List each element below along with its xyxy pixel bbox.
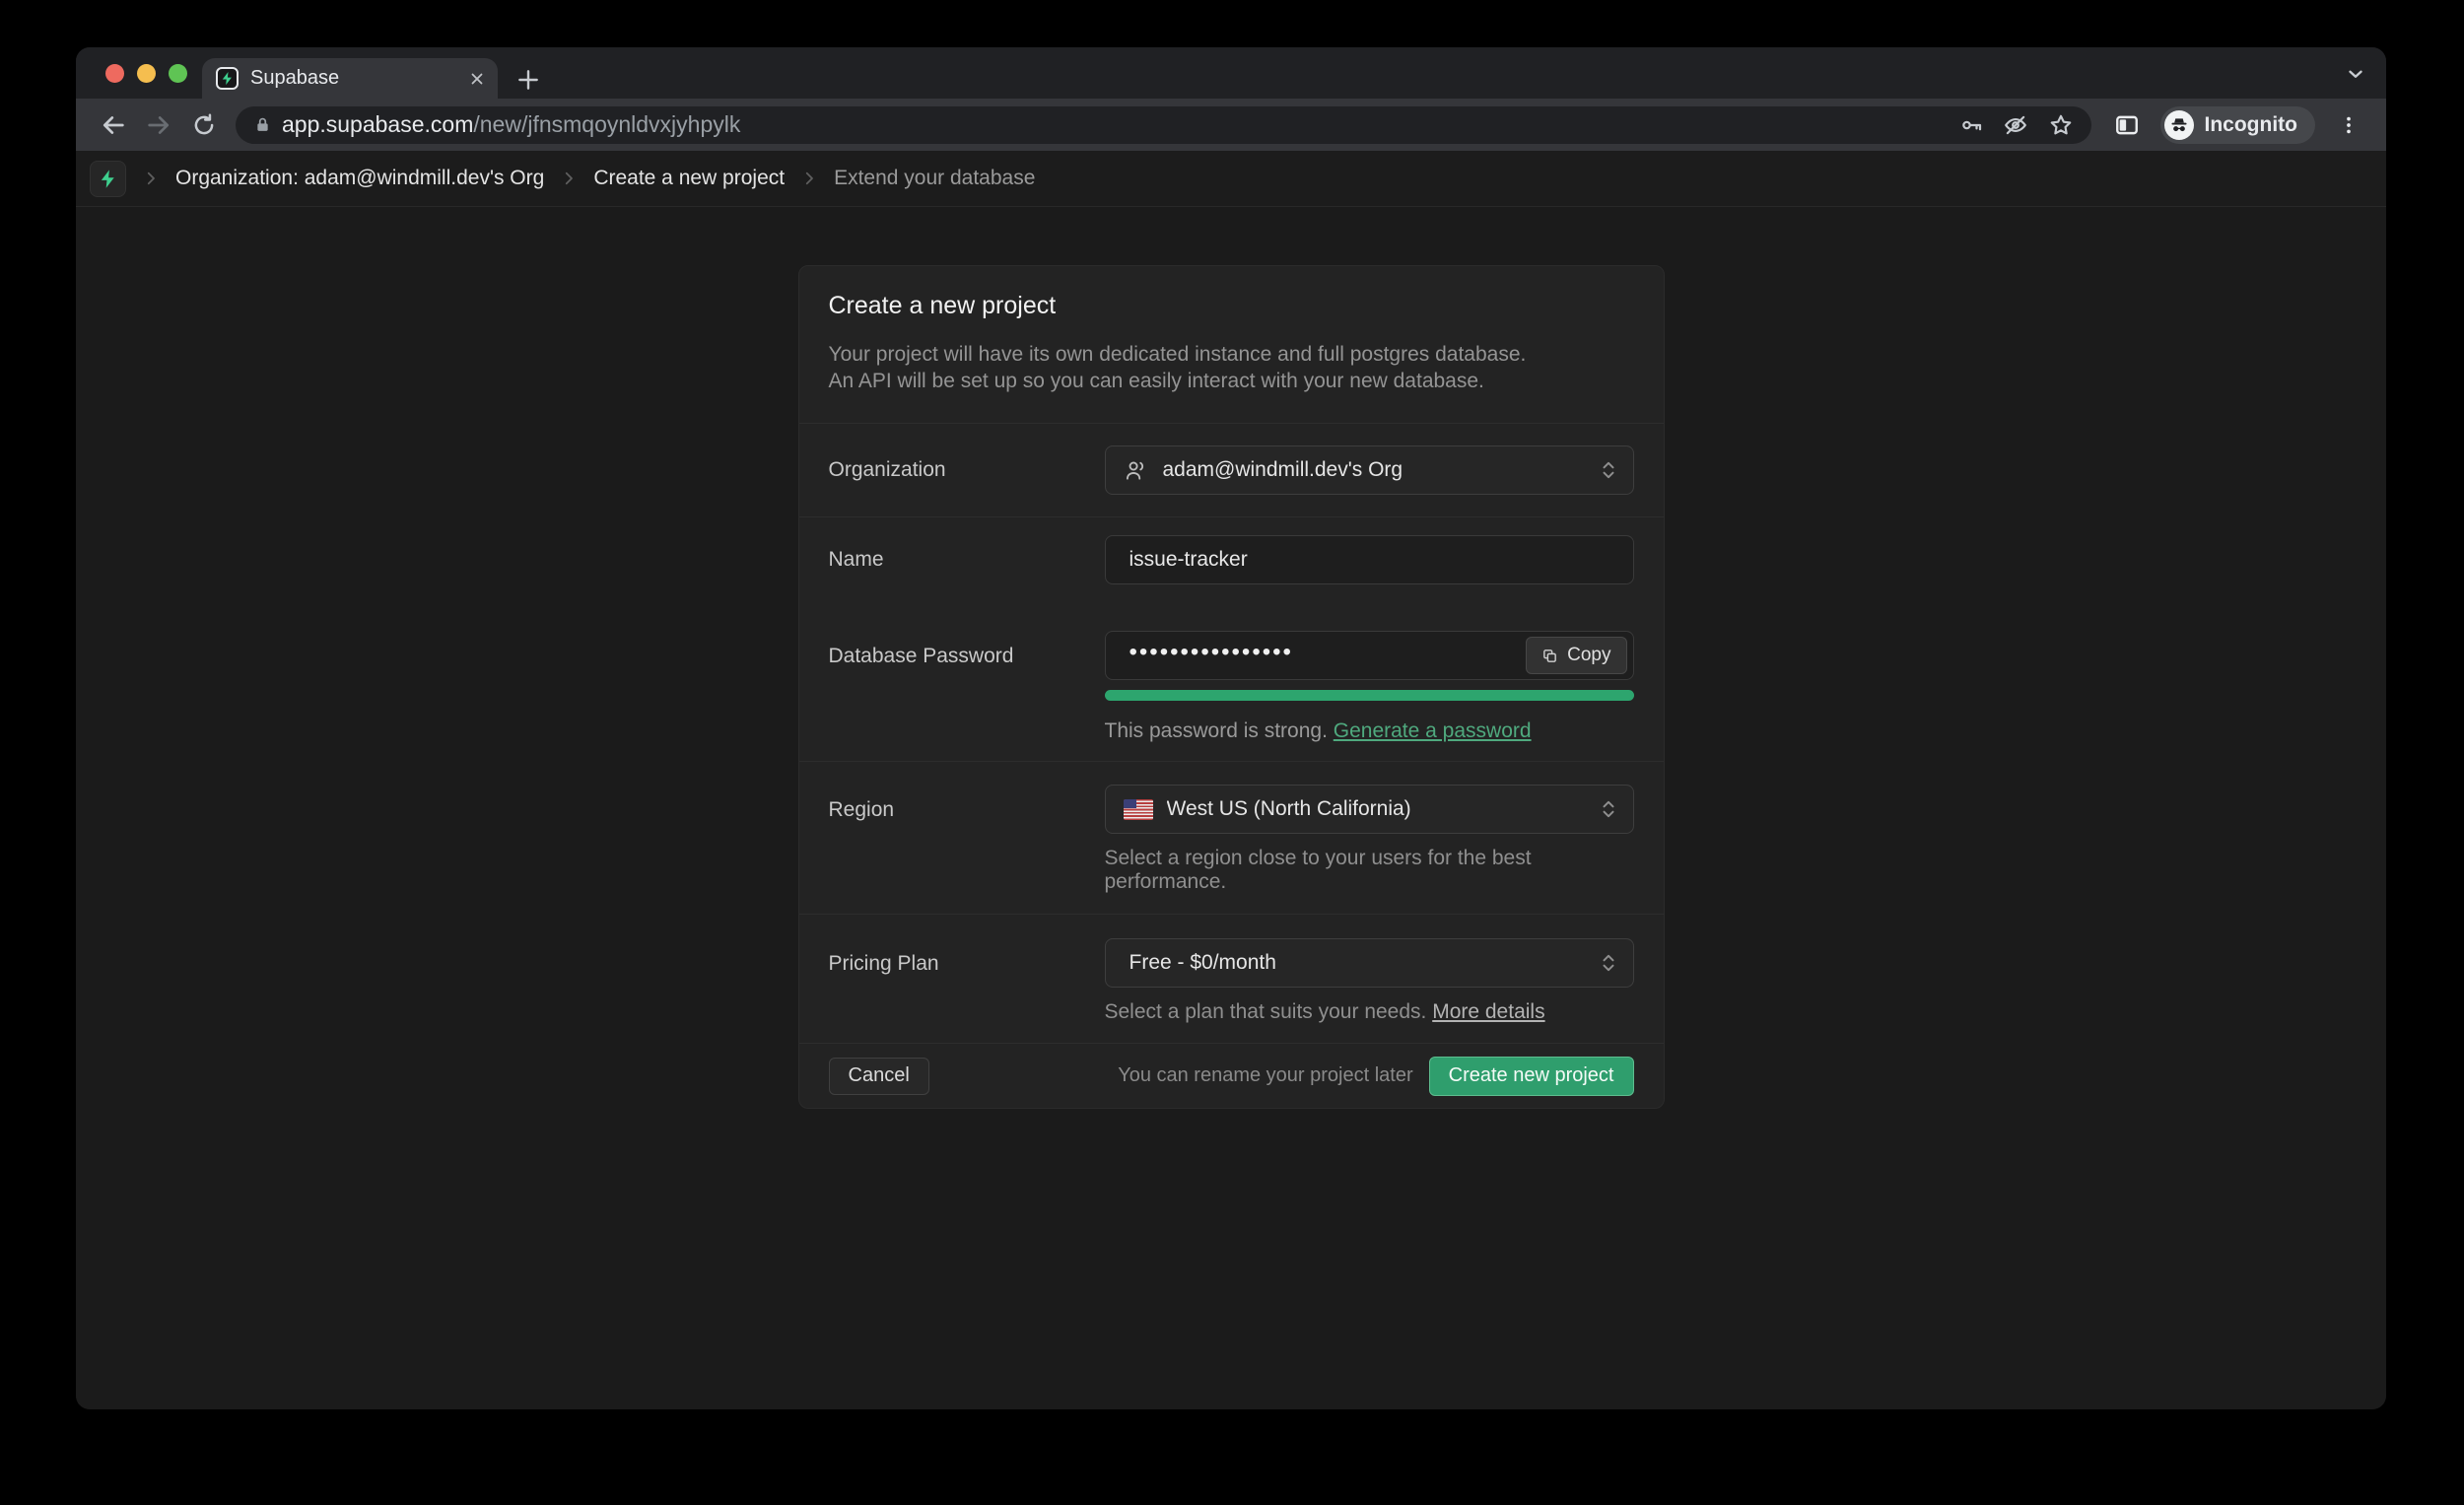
generate-password-link[interactable]: Generate a password: [1334, 719, 1532, 742]
breadcrumb-item-create-project[interactable]: Create a new project: [593, 167, 785, 190]
password-row: Database Password •••••••••••••••• Copy …: [829, 631, 1634, 743]
url-path: /new/jfnsmqoynldvxjyhpylk: [473, 111, 740, 137]
address-bar-icons: [1959, 112, 2074, 138]
name-row: Name issue-tracker: [829, 535, 1634, 584]
region-row: Region West US (North California) Select…: [799, 761, 1664, 914]
region-select[interactable]: West US (North California): [1105, 785, 1634, 834]
browser-tab[interactable]: Supabase: [202, 58, 498, 99]
more-details-link[interactable]: More details: [1432, 1000, 1544, 1023]
pricing-help-text: Select a plan that suits your needs. Mor…: [1105, 1000, 1634, 1024]
organization-value: adam@windmill.dev's Org: [1163, 458, 1590, 482]
tab-strip: Supabase: [76, 47, 2386, 99]
pricing-plan-select[interactable]: Free - $0/month: [1105, 938, 1634, 988]
select-chevrons-icon: [1600, 798, 1617, 820]
address-bar[interactable]: app.supabase.com/new/jfnsmqoynldvxjyhpyl…: [236, 106, 2091, 144]
name-label: Name: [829, 548, 1105, 572]
breadcrumb-chevron-icon: [142, 170, 160, 187]
breadcrumb-chevron-icon: [560, 170, 578, 187]
organization-row: Organization adam@windmill.dev's Org: [799, 423, 1664, 516]
supabase-favicon-icon: [216, 67, 239, 90]
breadcrumb-item-extend-database: Extend your database: [834, 167, 1035, 190]
browser-toolbar: app.supabase.com/new/jfnsmqoynldvxjyhpyl…: [76, 99, 2386, 151]
organization-select[interactable]: adam@windmill.dev's Org: [1105, 445, 1634, 495]
breadcrumb-item-organization[interactable]: Organization: adam@windmill.dev's Org: [175, 167, 544, 190]
supabase-logo-icon[interactable]: [90, 161, 126, 197]
project-name-input[interactable]: issue-tracker: [1105, 535, 1634, 584]
side-panel-icon[interactable]: [2107, 105, 2147, 145]
pricing-help-prefix: Select a plan that suits your needs.: [1105, 1000, 1433, 1023]
back-icon[interactable]: [94, 105, 133, 145]
region-help-text: Select a region close to your users for …: [1105, 847, 1634, 894]
pricing-row: Pricing Plan Free - $0/month Select a pl…: [799, 914, 1664, 1043]
pricing-plan-value: Free - $0/month: [1129, 951, 1590, 975]
password-strength-text: This password is strong.: [1105, 719, 1334, 742]
password-masked-value: ••••••••••••••••: [1129, 641, 1293, 664]
region-label: Region: [829, 785, 1105, 822]
tab-title: Supabase: [250, 67, 468, 90]
rename-note: You can rename your project later: [1118, 1064, 1412, 1087]
password-strength-note: This password is strong. Generate a pass…: [1105, 719, 1634, 743]
breadcrumb-chevron-icon: [800, 170, 818, 187]
create-new-project-button[interactable]: Create new project: [1429, 1057, 1634, 1096]
description-line-1: Your project will have its own dedicated…: [829, 341, 1634, 368]
password-strength-bar: [1105, 690, 1634, 701]
page-title: Create a new project: [829, 292, 1634, 320]
card-footer: Cancel You can rename your project later…: [799, 1043, 1664, 1108]
close-window-button[interactable]: [105, 64, 124, 83]
card-header: Create a new project Your project will h…: [799, 266, 1664, 423]
region-block: West US (North California) Select a regi…: [1105, 785, 1634, 894]
copy-button-label: Copy: [1567, 645, 1610, 666]
password-key-icon[interactable]: [1959, 113, 1983, 137]
page-content: Create a new project Your project will h…: [76, 207, 2386, 1409]
card-description: Your project will have its own dedicated…: [829, 341, 1634, 394]
eye-off-icon[interactable]: [2003, 112, 2028, 138]
pricing-block: Free - $0/month Select a plan that suits…: [1105, 938, 1634, 1024]
url-text: app.supabase.com/new/jfnsmqoynldvxjyhpyl…: [282, 111, 1944, 138]
select-chevrons-icon: [1600, 952, 1617, 974]
organization-label: Organization: [829, 458, 1105, 482]
database-password-label: Database Password: [829, 631, 1105, 668]
database-password-input[interactable]: •••••••••••••••• Copy: [1105, 631, 1634, 680]
cancel-button[interactable]: Cancel: [829, 1058, 929, 1095]
copy-password-button[interactable]: Copy: [1526, 637, 1626, 674]
create-project-card: Create a new project Your project will h…: [798, 265, 1665, 1109]
incognito-icon: [2164, 110, 2194, 140]
minimize-window-button[interactable]: [137, 64, 156, 83]
lock-icon[interactable]: [253, 115, 272, 134]
us-flag-icon: [1124, 799, 1153, 820]
browser-window: Supabase app.supabase.com/new/jfnsmqoynl…: [76, 47, 2386, 1409]
new-tab-button[interactable]: [515, 67, 541, 93]
description-line-2: An API will be set up so you can easily …: [829, 368, 1634, 394]
incognito-label: Incognito: [2205, 113, 2297, 137]
bookmark-star-icon[interactable]: [2048, 112, 2074, 138]
pricing-plan-label: Pricing Plan: [829, 938, 1105, 976]
select-chevrons-icon: [1600, 459, 1617, 481]
tab-close-icon[interactable]: [468, 70, 486, 88]
tab-search-chevron-icon[interactable]: [2345, 63, 2366, 85]
project-name-value: issue-tracker: [1129, 548, 1248, 572]
copy-icon: [1541, 648, 1558, 664]
name-password-section: Name issue-tracker Database Password •••…: [799, 516, 1664, 761]
window-controls: [105, 64, 187, 83]
password-block: •••••••••••••••• Copy This password is s…: [1105, 631, 1634, 743]
forward-icon: [139, 105, 178, 145]
zoom-window-button[interactable]: [169, 64, 187, 83]
users-icon: [1124, 457, 1149, 483]
breadcrumb: Organization: adam@windmill.dev's Org Cr…: [76, 151, 2386, 207]
region-value: West US (North California): [1167, 797, 1590, 821]
incognito-badge: Incognito: [2160, 106, 2315, 144]
url-host: app.supabase.com: [282, 111, 473, 137]
reload-icon[interactable]: [184, 105, 224, 145]
browser-menu-icon[interactable]: [2329, 105, 2368, 145]
